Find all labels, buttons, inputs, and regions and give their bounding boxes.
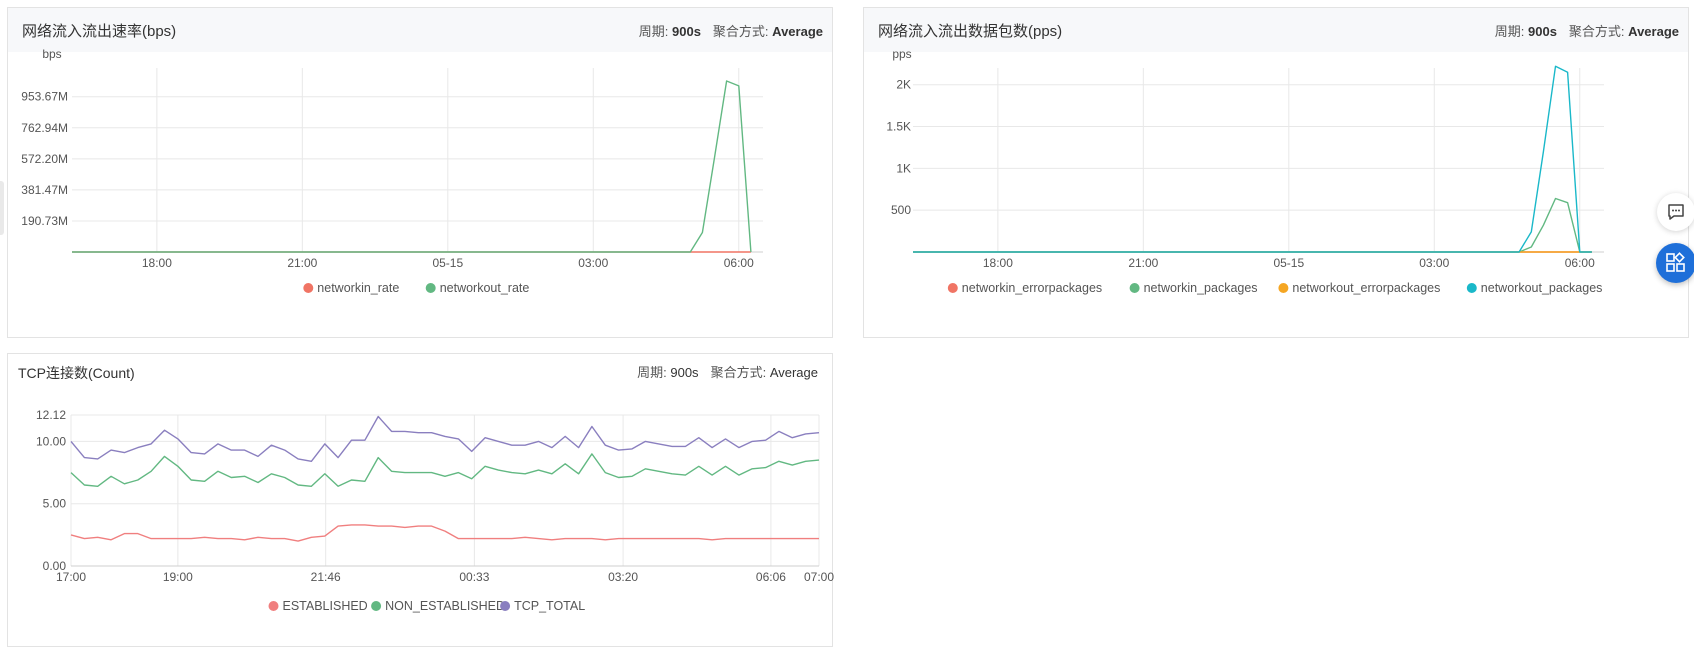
chat-bubble-icon — [1668, 204, 1684, 220]
legend-swatch — [303, 283, 314, 293]
chart-panel-tcp-connections: TCP连接数(Count) 周期: 900s 聚合方式: Average 0.00… — [7, 353, 834, 647]
apps-grid-icon — [1666, 252, 1685, 272]
legend-label: TCP_TOTAL — [514, 599, 585, 613]
y-tick-label: 190.73M — [21, 214, 68, 228]
legend: networkin_errorpackages networkin_package… — [947, 281, 1603, 295]
x-tick-label: 00:33 — [459, 570, 489, 584]
x-tick-label: 21:00 — [287, 256, 317, 270]
side-drawer-tab[interactable] — [0, 181, 4, 235]
x-tick-label: 21:00 — [1128, 256, 1158, 270]
line-chart-network-rate: 190.73M 381.47M 572.20M 762.94M 953.67M 18:00… — [21, 47, 763, 295]
grid — [913, 68, 1604, 252]
y-unit-label: pps — [892, 47, 911, 61]
x-tick-label: 05-15 — [1273, 256, 1304, 270]
legend-label: networkout_errorpackages — [1292, 281, 1440, 295]
legend-label: ESTABLISHED — [283, 599, 368, 613]
x-tick-label: 05-15 — [432, 256, 463, 270]
y-tick-label: 381.47M — [21, 183, 68, 197]
chart-panel-network-packets: 网络流入流出数据包数(pps) 周期: 900s 聚合方式: Average 50… — [863, 7, 1689, 338]
line-chart-network-packets: 500 1K 1.5K 2K 18:00 21:00 05-15 03:00 06:00 pps n… — [886, 47, 1604, 295]
y-tick-label: 2K — [896, 78, 911, 92]
x-tick-label: 18:00 — [142, 256, 172, 270]
grid — [72, 68, 763, 252]
y-unit-label: bps — [42, 47, 61, 61]
x-tick-label: 07:00 — [804, 570, 834, 584]
y-tick-label: 5.00 — [43, 497, 67, 511]
series-line-networkout-rate — [72, 80, 752, 253]
legend-swatch — [947, 283, 958, 293]
x-tick-label: 03:00 — [578, 256, 608, 270]
legend-swatch — [1129, 283, 1140, 293]
x-tick-label: 03:20 — [608, 570, 638, 584]
chat-button[interactable] — [1657, 193, 1694, 231]
x-tick-label: 18:00 — [983, 256, 1013, 270]
legend-swatch — [371, 601, 382, 611]
legend-swatch — [268, 601, 279, 611]
y-tick-label: 500 — [891, 203, 911, 217]
y-tick-label: 953.67M — [21, 90, 68, 104]
legend-swatch — [500, 601, 511, 611]
x-tick-label: 17:00 — [56, 570, 86, 584]
line-chart-tcp-connections: 0.005.0010.0012.1217:00 19:00 21:46 00:33 03… — [36, 408, 834, 613]
legend-label: networkin_packages — [1144, 281, 1258, 295]
x-tick-label: 03:00 — [1419, 256, 1449, 270]
y-tick-label: 572.20M — [21, 152, 68, 166]
y-tick-label: 762.94M — [21, 121, 68, 135]
series-line-non-established — [70, 453, 820, 488]
legend-label: networkin_errorpackages — [962, 281, 1102, 295]
series-line-networkin-packages — [913, 197, 1592, 253]
series-line-tcp-total — [70, 415, 820, 463]
x-tick-label: 06:00 — [724, 256, 754, 270]
y-tick-label: 1.5K — [886, 120, 911, 134]
apps-button[interactable] — [1656, 243, 1694, 283]
x-tick-label: 19:00 — [163, 570, 193, 584]
legend-swatch — [1278, 283, 1289, 293]
legend-label: networkout_packages — [1481, 281, 1603, 295]
y-tick-label: 12.12 — [36, 408, 66, 422]
grid — [70, 414, 820, 566]
legend-label: NON_ESTABLISHED — [385, 599, 505, 613]
legend-label: networkin_rate — [317, 281, 399, 295]
series-line-established — [70, 524, 819, 542]
x-tick-label: 06:06 — [756, 570, 786, 584]
legend: ESTABLISHED NON_ESTABLISHED TCP_TOTAL — [268, 599, 585, 613]
x-tick-label: 21:46 — [311, 570, 341, 584]
chart-panel-network-rate: 网络流入流出速率(bps) 周期: 900s 聚合方式: Average 190.… — [7, 7, 833, 338]
legend-label: networkout_rate — [440, 281, 530, 295]
legend-swatch — [425, 283, 436, 293]
y-tick-label: 10.00 — [36, 434, 66, 448]
legend: networkin_rate networkout_rate — [303, 281, 529, 295]
y-tick-label: 1K — [896, 161, 911, 175]
series-line-networkout-packages — [913, 65, 1592, 253]
legend-swatch — [1466, 283, 1477, 293]
x-tick-label: 06:00 — [1565, 256, 1595, 270]
